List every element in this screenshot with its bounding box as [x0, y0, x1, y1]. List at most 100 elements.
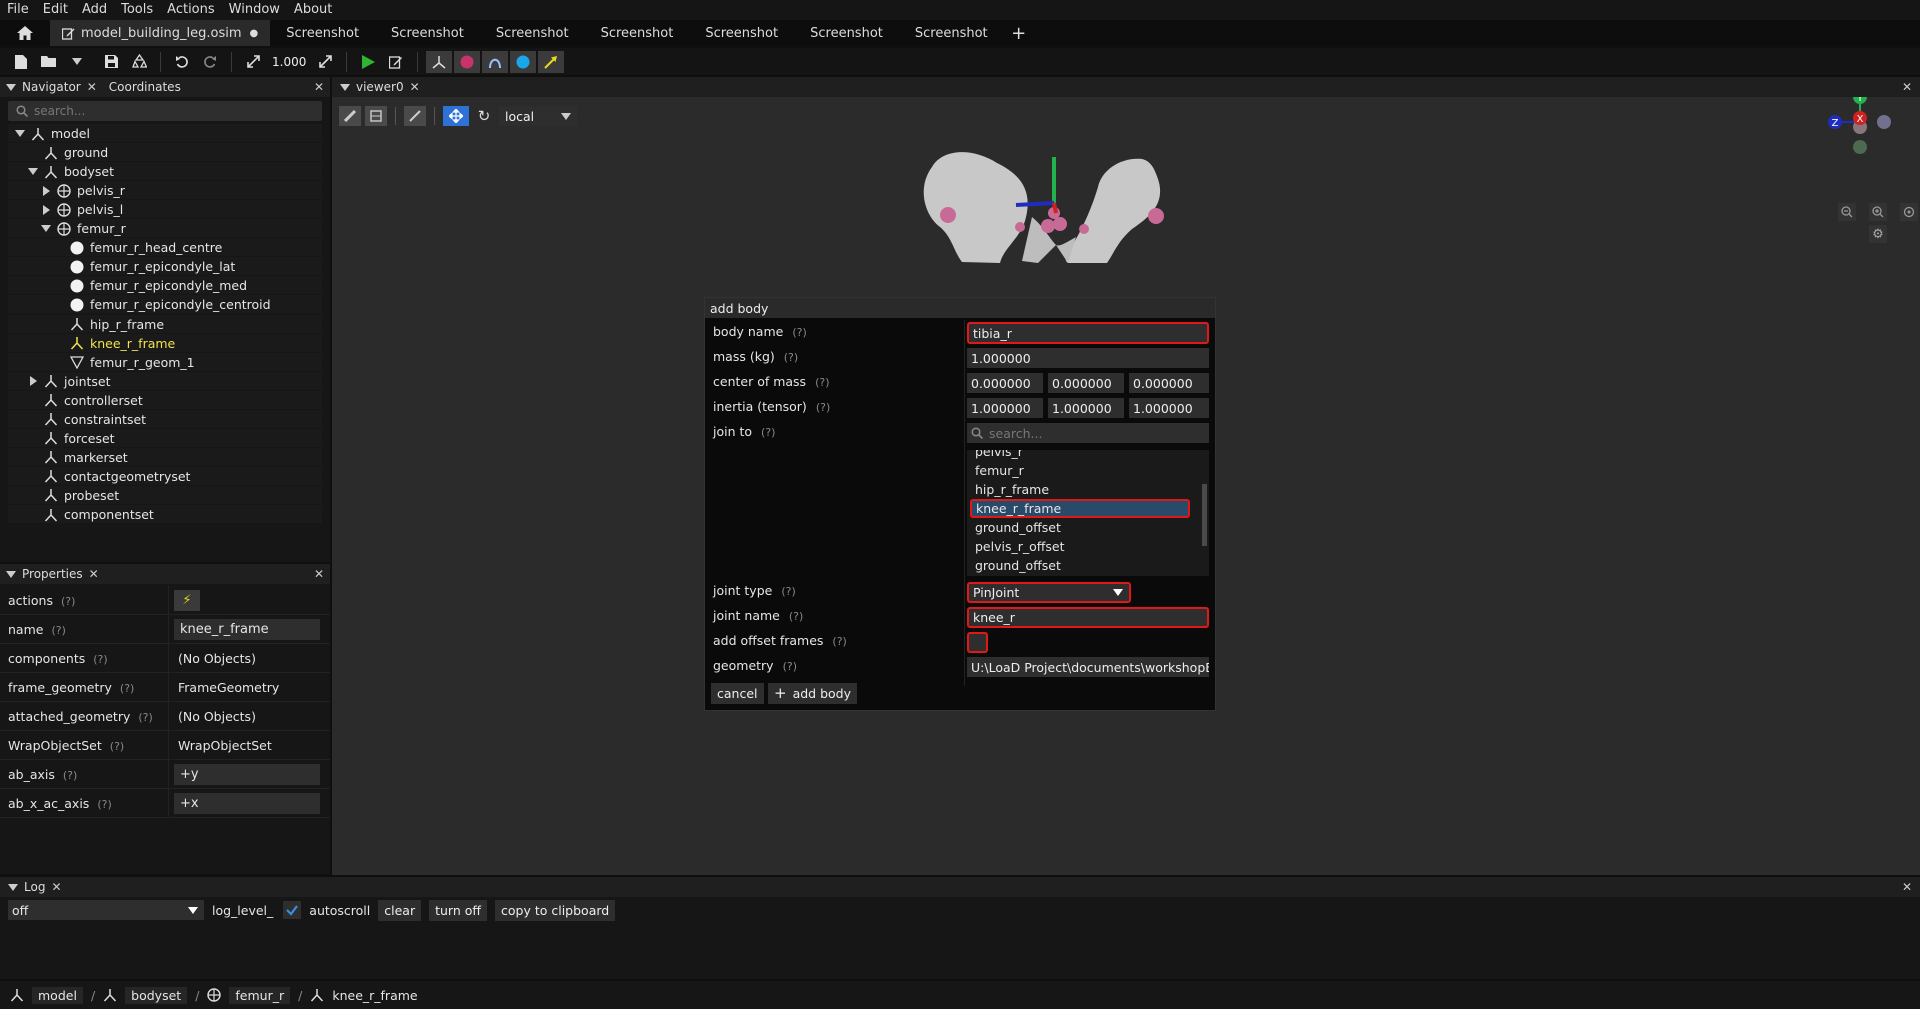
help-marker[interactable]: (?)	[816, 401, 830, 414]
tree-item-markerset[interactable]: markerset	[28, 448, 128, 467]
join-to-item[interactable]: ground_offset	[975, 556, 1061, 575]
com-z-input[interactable]: 0.000000	[1129, 373, 1209, 393]
collapse-triangle-icon[interactable]	[340, 83, 350, 91]
autoscale-button[interactable]	[312, 51, 338, 73]
join-to-search-input[interactable]: search...	[967, 423, 1209, 443]
close-panel-icon[interactable]: ✕	[314, 567, 324, 581]
expanded-triangle-icon[interactable]	[41, 225, 51, 233]
help-marker[interactable]: (?)	[93, 653, 107, 666]
close-icon[interactable]: ✕	[87, 80, 97, 94]
edit-sim-settings-button[interactable]	[383, 51, 409, 73]
tree-item-probeset[interactable]: probeset	[28, 486, 119, 505]
joint-name-input[interactable]: knee_r	[967, 607, 1209, 628]
log-title[interactable]: Log	[24, 880, 45, 894]
show-contact-toggle[interactable]	[538, 50, 565, 73]
frame-mode-dropdown[interactable]: local	[499, 106, 577, 126]
log-level-dropdown[interactable]: off	[8, 900, 204, 920]
help-marker[interactable]: (?)	[815, 376, 829, 389]
tree-item-femur-r-epicondyle-centroid[interactable]: femur_r_epicondyle_centroid	[54, 295, 271, 314]
join-to-item[interactable]: pelvis_l_offset	[975, 575, 1063, 576]
add-tab-button[interactable]: +	[1004, 20, 1034, 46]
turn-off-log-button[interactable]: turn off	[429, 899, 488, 921]
tree-item-femur-r-geom-1[interactable]: femur_r_geom_1	[54, 353, 195, 372]
join-to-item[interactable]: pelvis_r_offset	[975, 537, 1064, 556]
help-marker[interactable]: (?)	[97, 798, 111, 811]
rotate-gizmo-button[interactable]: ↻	[473, 106, 495, 126]
collapsed-triangle-icon[interactable]	[28, 376, 38, 387]
collapse-triangle-icon[interactable]	[6, 83, 16, 91]
tree-item-femur-r-epicondyle-lat[interactable]: femur_r_epicondyle_lat	[54, 257, 235, 276]
breadcrumb-bodyset[interactable]: bodyset	[125, 986, 188, 1004]
show-markers-toggle[interactable]	[454, 50, 481, 73]
properties-title[interactable]: Properties	[22, 567, 83, 581]
property-input-ab-axis[interactable]: +y	[174, 763, 320, 785]
menu-edit[interactable]: Edit	[36, 0, 75, 20]
expanded-triangle-icon[interactable]	[28, 168, 38, 176]
help-marker[interactable]: (?)	[61, 595, 75, 608]
help-marker[interactable]: (?)	[120, 682, 134, 695]
help-marker[interactable]: (?)	[783, 660, 797, 673]
scene-options-button[interactable]	[365, 106, 387, 126]
inertia-y-input[interactable]: 1.000000	[1048, 398, 1124, 418]
viewer-settings-button[interactable]: ⚙	[1869, 225, 1887, 243]
expanded-triangle-icon[interactable]	[15, 130, 25, 137]
help-marker[interactable]: (?)	[51, 624, 65, 637]
axes-gizmo[interactable]: Y Z X	[1822, 89, 1912, 169]
show-frames-toggle[interactable]	[426, 50, 453, 73]
join-to-item[interactable]: femur_r	[975, 461, 1024, 480]
list-scrollbar[interactable]	[1202, 484, 1207, 546]
tree-item-femur-r-head-centre[interactable]: femur_r_head_centre	[54, 238, 222, 257]
cancel-button[interactable]: cancel	[711, 683, 764, 704]
tab-screenshot[interactable]: Screenshot	[270, 20, 375, 46]
com-y-input[interactable]: 0.000000	[1048, 373, 1124, 393]
tab-screenshot[interactable]: Screenshot	[689, 20, 794, 46]
tab-screenshot[interactable]: Screenshot	[899, 20, 1004, 46]
join-to-item[interactable]: ground_offset	[975, 518, 1061, 537]
simulate-button[interactable]	[355, 51, 381, 73]
tree-item-contactgeometryset[interactable]: contactgeometryset	[28, 467, 190, 486]
menu-actions[interactable]: Actions	[160, 0, 222, 20]
tree-item-knee-r-frame[interactable]: knee_r_frame	[54, 334, 175, 353]
help-marker[interactable]: (?)	[63, 769, 77, 782]
scale-factor-value[interactable]: 1.000	[268, 55, 310, 69]
autofocus-button[interactable]	[1900, 203, 1918, 221]
open-file-button[interactable]	[36, 51, 62, 73]
close-panel-icon[interactable]: ✕	[1902, 80, 1912, 94]
zoom-out-button[interactable]	[1838, 203, 1856, 221]
mass-input[interactable]: 1.000000	[967, 348, 1209, 368]
geometry-path-button[interactable]: U:\LoaD Project\documents\workshopESB	[967, 657, 1209, 677]
tree-item-componentset[interactable]: componentset	[28, 505, 154, 524]
property-input-ab-x-ac-axis[interactable]: +x	[174, 792, 320, 814]
breadcrumb-femur-r[interactable]: femur_r	[229, 986, 291, 1004]
tree-item-femur-r-epicondyle-med[interactable]: femur_r_epicondyle_med	[54, 276, 247, 295]
close-panel-icon[interactable]: ✕	[1902, 880, 1912, 894]
tab-home[interactable]	[0, 20, 50, 46]
save-button[interactable]	[98, 51, 124, 73]
new-file-button[interactable]	[8, 51, 34, 73]
tab-screenshot[interactable]: Screenshot	[375, 20, 480, 46]
tree-item-hip-r-frame[interactable]: hip_r_frame	[54, 315, 164, 334]
menu-add[interactable]: Add	[75, 0, 114, 20]
help-marker[interactable]: (?)	[110, 740, 124, 753]
collapsed-triangle-icon[interactable]	[41, 185, 51, 196]
tree-item-constraintset[interactable]: constraintset	[28, 410, 146, 429]
com-x-input[interactable]: 0.000000	[967, 373, 1043, 393]
breadcrumb-model[interactable]: model	[32, 986, 83, 1004]
redo-button[interactable]	[197, 51, 223, 73]
tree-item-bodyset[interactable]: bodyset	[28, 162, 114, 181]
show-wrap-toggle[interactable]	[510, 50, 537, 73]
help-marker[interactable]: (?)	[781, 585, 795, 598]
collapse-triangle-icon[interactable]	[8, 883, 18, 891]
add-offset-frames-checkbox[interactable]	[967, 632, 988, 653]
menu-window[interactable]: Window	[222, 0, 287, 20]
undo-button[interactable]	[169, 51, 195, 73]
close-icon[interactable]: ✕	[51, 880, 61, 894]
tab-model-file[interactable]: model_building_leg.osim ●	[50, 20, 271, 46]
tab-coordinates[interactable]: Coordinates	[109, 80, 181, 94]
help-marker[interactable]: (?)	[792, 326, 806, 339]
join-to-list[interactable]: pelvis_r femur_r hip_r_frame knee_r_frame gr…	[967, 450, 1209, 576]
tree-item-forceset[interactable]: forceset	[28, 429, 115, 448]
measure-button[interactable]	[404, 106, 426, 126]
tree-item-controllerset[interactable]: controllerset	[28, 391, 143, 410]
tree-item-pelvis-l[interactable]: pelvis_l	[41, 200, 123, 219]
